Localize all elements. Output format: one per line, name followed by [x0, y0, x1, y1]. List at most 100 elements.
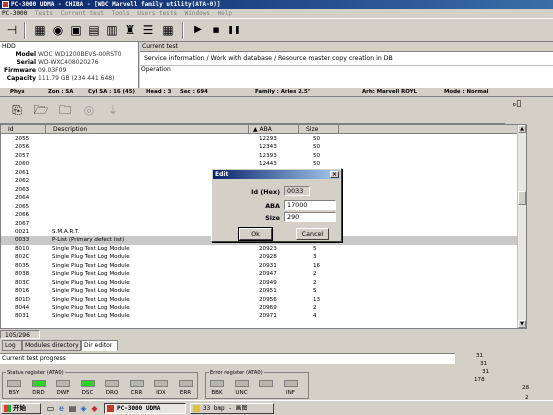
pause-icon[interactable]: ❚❚	[226, 22, 242, 38]
menu-tests[interactable]: Tests	[35, 10, 53, 17]
aba-field[interactable]: 17000	[284, 200, 336, 210]
drive-icon[interactable]: ▦	[32, 22, 48, 38]
scroll-down-icon[interactable]: ▼	[518, 320, 526, 328]
table-row[interactable]: 8016 Single Plug Test Log Module 20951 5	[1, 287, 518, 295]
led-indicator	[178, 380, 193, 387]
zone-label: Zon : SA	[48, 89, 74, 95]
table-row[interactable]: 803C Single Plug Test Log Module 20949 2	[1, 279, 518, 287]
edit-dialog-title: Edit ×	[213, 170, 340, 179]
column-filler	[339, 125, 518, 134]
status-register-label: Status register (ATA0)	[6, 370, 65, 376]
row-size: 5	[313, 288, 317, 295]
browser-icon[interactable]: e	[57, 404, 66, 413]
side-number: 31	[482, 369, 490, 375]
task-pc3000[interactable]: PC-3000 UDMA	[104, 403, 186, 414]
column-aba-label: ABA	[259, 126, 272, 133]
disabled-tool-icon[interactable]: ◎	[81, 102, 97, 118]
close-icon[interactable]: ×	[330, 171, 339, 178]
table-row[interactable]: 801D Single Plug Test Log Module 20956 13	[1, 296, 518, 304]
chip-icon[interactable]: ▣	[68, 22, 84, 38]
window-title: PC-3000 UDMA - CHIBA - [WDC Marvell fami…	[11, 1, 221, 8]
table-row[interactable]: 2057 12393 50	[1, 152, 518, 160]
table-row[interactable]: 8035 Single Plug Test Log Module 20931 16	[1, 262, 518, 270]
row-size: 50	[313, 152, 321, 159]
row-id: 0033	[15, 237, 30, 244]
table-row[interactable]: 8044 Single Plug Test Log Module 20969 2	[1, 304, 518, 312]
table-row[interactable]: 8038 Single Plug Test Log Module 20947 2	[1, 270, 518, 278]
tab-log[interactable]: Log	[2, 340, 22, 351]
column-description[interactable]: Description	[46, 125, 249, 134]
menu-tools[interactable]: Tools	[112, 10, 130, 17]
row-aba: 20947	[259, 271, 277, 278]
operation-box	[140, 65, 553, 88]
save-folder-icon[interactable]: 🗀	[57, 102, 73, 118]
list-scrollbar[interactable]: ▲ ▼	[517, 125, 526, 328]
pin-icon[interactable]: ⊣	[4, 22, 20, 38]
menu-users-tests[interactable]: Users tests	[137, 10, 177, 17]
folder-icon[interactable]: ▤	[68, 404, 77, 413]
menu-current-test[interactable]: Current test	[61, 10, 104, 17]
menu-pc3000[interactable]: PC-3000	[2, 10, 27, 17]
disk-icon[interactable]: ◉	[50, 22, 66, 38]
side-number: 28	[522, 385, 530, 391]
menu-windows[interactable]: Windows	[185, 10, 210, 17]
id-hex-field: 0033	[284, 186, 310, 196]
table-row[interactable]: 8010 Single Plug Test Log Module 20923 5	[1, 245, 518, 253]
row-id: 8016	[15, 288, 30, 295]
quicklaunch-icon[interactable]: ◆	[90, 404, 99, 413]
speed-icon[interactable]: ₒ▯	[507, 99, 527, 109]
row-id: 8010	[15, 245, 30, 252]
family-label: Family : Aries 2.5"	[255, 89, 311, 95]
media-icon[interactable]: ◈	[79, 404, 88, 413]
menu-help[interactable]: Help	[218, 10, 232, 17]
column-aba[interactable]: ▲ ABA	[249, 125, 299, 134]
wrench-icon[interactable]: ♜	[122, 22, 138, 38]
windows-flag-icon	[4, 405, 11, 412]
sort-icon[interactable]: ⇣	[105, 102, 121, 118]
hdd-heading: HDD	[2, 43, 16, 50]
stop-icon[interactable]: ■	[208, 22, 224, 38]
size-field[interactable]: 290	[284, 212, 336, 222]
table-row[interactable]: 2056 12343 50	[1, 143, 518, 151]
open-folder-icon[interactable]: 🗁	[33, 102, 49, 118]
cancel-button[interactable]: Cancel	[296, 228, 329, 240]
play-icon[interactable]: ▶	[190, 22, 206, 38]
row-aba: 20931	[259, 262, 277, 269]
row-aba: 20971	[259, 313, 277, 320]
list-status-bar: 105/296	[0, 330, 130, 339]
chip3-icon[interactable]: ▥	[104, 22, 120, 38]
start-button[interactable]: 开始	[1, 403, 41, 414]
scroll-up-icon[interactable]: ▲	[518, 125, 526, 133]
table-row[interactable]: 802C Single Plug Test Log Module 20928 3	[1, 253, 518, 261]
tab-modules-directory[interactable]: Modules directory	[22, 340, 81, 351]
led-indicator	[105, 380, 119, 387]
led-indicator	[7, 380, 21, 387]
phys-label: Phys	[10, 89, 25, 95]
column-id[interactable]: Id	[1, 125, 46, 134]
row-size: 5	[313, 245, 317, 252]
led-label: IDX	[156, 390, 166, 396]
chart-icon[interactable]: ☰	[140, 22, 156, 38]
led-label: UNC	[235, 390, 248, 396]
hdd-field-label: Firmware	[4, 67, 36, 74]
scroll-thumb[interactable]	[518, 191, 526, 205]
side-number: 31	[480, 361, 488, 367]
tab-dir-editor[interactable]: Dir editor	[81, 340, 118, 351]
led-label: DWF	[56, 390, 70, 396]
table-row[interactable]: 8031 Single Plug Test Log Module 20971 4	[1, 312, 518, 320]
led-indicator	[259, 380, 273, 387]
row-aba: 12343	[259, 144, 277, 151]
desktop-icon[interactable]: ▭	[46, 404, 55, 413]
grid-icon[interactable]: ▦	[160, 22, 176, 38]
led-indicator	[154, 380, 168, 387]
task-paint[interactable]: 33 bmp - 画图	[190, 403, 274, 414]
import-icon[interactable]: ⎘	[9, 102, 25, 118]
mode-label: Mode : Normal	[444, 89, 489, 95]
column-size[interactable]: Size	[299, 125, 339, 134]
ok-button[interactable]: Ok	[238, 227, 273, 241]
row-id: 2067	[15, 220, 30, 227]
chip2-icon[interactable]: ▤	[86, 22, 102, 38]
hdd-capacity-row: Capacity 111.79 GB (234 441 648)	[0, 75, 139, 83]
led-label: DRQ	[105, 390, 119, 396]
table-row[interactable]: 2055 12293 50	[1, 135, 518, 143]
